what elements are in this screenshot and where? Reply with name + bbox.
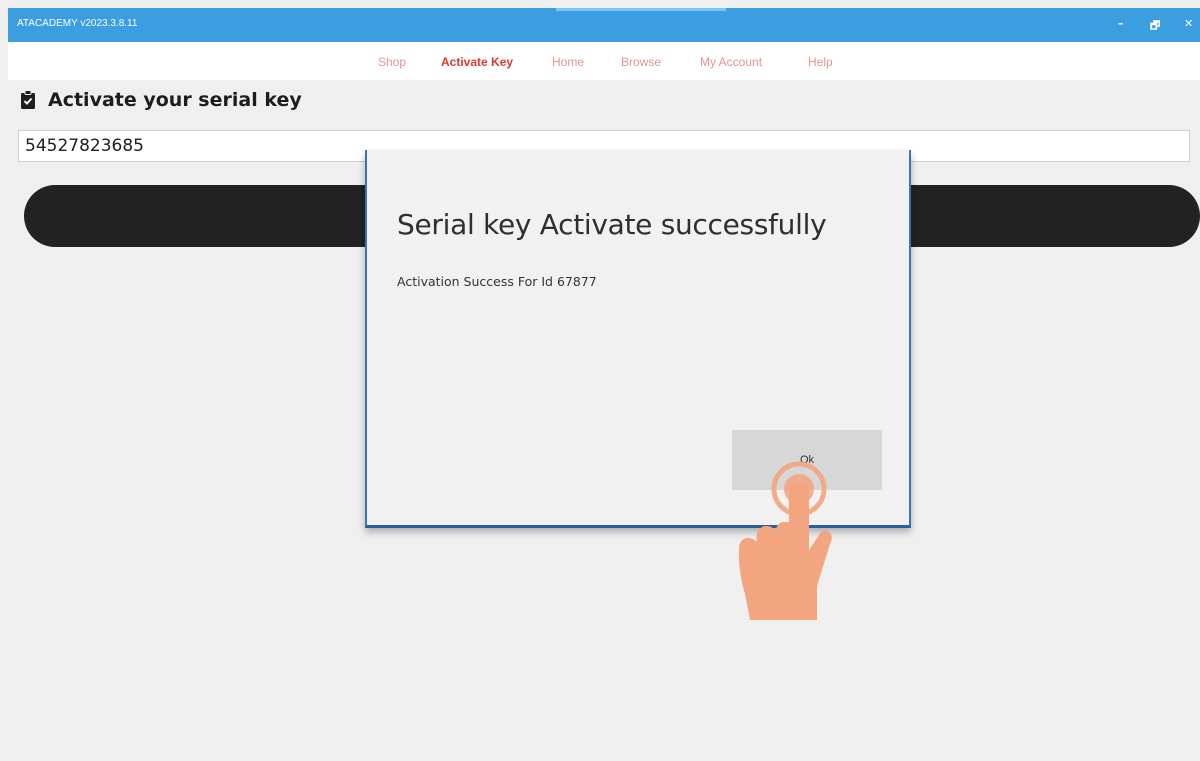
top-nav: Shop Activate Key Home Browse My Account…: [8, 42, 1200, 80]
nav-browse[interactable]: Browse: [621, 55, 661, 69]
page-title: Activate your serial key: [48, 89, 302, 111]
close-button[interactable]: ✕: [1184, 17, 1193, 30]
nav-shop[interactable]: Shop: [378, 55, 406, 69]
title-bar: ATACADEMY v2023.3.8.11 – 🗗 ✕: [8, 8, 1200, 42]
clipboard-check-icon: [21, 90, 35, 109]
dialog-title: Serial key Activate successfully: [397, 208, 827, 241]
minimize-button[interactable]: –: [1118, 17, 1124, 30]
nav-my-account[interactable]: My Account: [700, 55, 762, 69]
nav-help[interactable]: Help: [808, 55, 833, 69]
title-bar-accent: [556, 8, 726, 11]
page-heading: Activate your serial key: [20, 86, 302, 114]
restore-button[interactable]: 🗗: [1150, 17, 1160, 36]
window-title: ATACADEMY v2023.3.8.11: [17, 18, 138, 29]
tap-hand-icon: [738, 461, 832, 620]
nav-home[interactable]: Home: [552, 55, 584, 69]
dialog-message: Activation Success For Id 67877: [397, 274, 597, 289]
nav-activate-key[interactable]: Activate Key: [441, 55, 513, 69]
